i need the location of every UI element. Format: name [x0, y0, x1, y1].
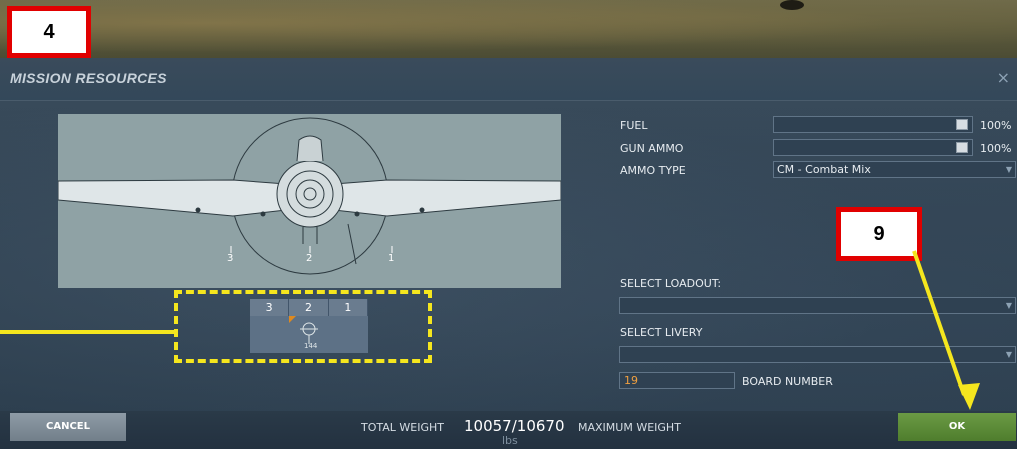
total-weight-label: TOTAL WEIGHT — [361, 421, 444, 434]
fuel-percent: 100% — [980, 119, 1012, 132]
gun-ammo-percent: 100% — [980, 142, 1012, 155]
fuel-slider-handle[interactable] — [956, 119, 968, 130]
hardpoint-label-3: 3 — [227, 253, 234, 264]
gun-ammo-slider-handle[interactable] — [956, 142, 968, 153]
dialog-title: MISSION RESOURCES — [10, 70, 167, 86]
dialog-footer: CANCEL TOTAL WEIGHT 10057/10670 lbs MAXI… — [0, 411, 1017, 449]
select-livery-label: SELECT LIVERY — [620, 326, 703, 339]
total-weight-value: 10057/10670 — [464, 417, 565, 435]
fuel-slider-fill — [774, 117, 972, 132]
close-icon[interactable]: × — [997, 70, 1010, 86]
aircraft-front-view: 3 2 1 — [58, 114, 561, 288]
highlight-dashed-box — [174, 290, 432, 363]
hardpoint-label-2: 2 — [306, 253, 313, 264]
weight-unit: lbs — [502, 434, 518, 447]
terrain-object — [780, 0, 804, 10]
board-number-label: BOARD NUMBER — [742, 375, 833, 388]
gun-ammo-slider[interactable] — [773, 139, 973, 156]
board-number-input[interactable]: 19 — [619, 372, 735, 389]
ammo-type-value: CM - Combat Mix — [777, 163, 871, 176]
ammo-type-label: AMMO TYPE — [620, 164, 686, 177]
maximum-weight-label: MAXIMUM WEIGHT — [578, 421, 681, 434]
cancel-button[interactable]: CANCEL — [10, 413, 126, 441]
chevron-down-icon: ▼ — [1005, 165, 1012, 174]
callout-4: 4 — [7, 6, 91, 58]
gun-ammo-slider-fill — [774, 140, 972, 155]
select-loadout-label: SELECT LOADOUT: — [620, 277, 722, 290]
terrain-background — [0, 0, 1017, 58]
dialog-header: MISSION RESOURCES × — [0, 58, 1017, 101]
gun-ammo-label: GUN AMMO — [620, 142, 684, 155]
chevron-down-icon: ▼ — [1005, 350, 1012, 359]
highlight-pointer-line — [0, 330, 176, 334]
fuel-slider[interactable] — [773, 116, 973, 133]
hardpoint-label-1: 1 — [388, 253, 395, 264]
fuel-label: FUEL — [620, 119, 648, 132]
highlight-arrow — [912, 250, 980, 410]
chevron-down-icon: ▼ — [1005, 301, 1012, 310]
ammo-type-select[interactable]: CM - Combat Mix ▼ — [773, 161, 1016, 178]
